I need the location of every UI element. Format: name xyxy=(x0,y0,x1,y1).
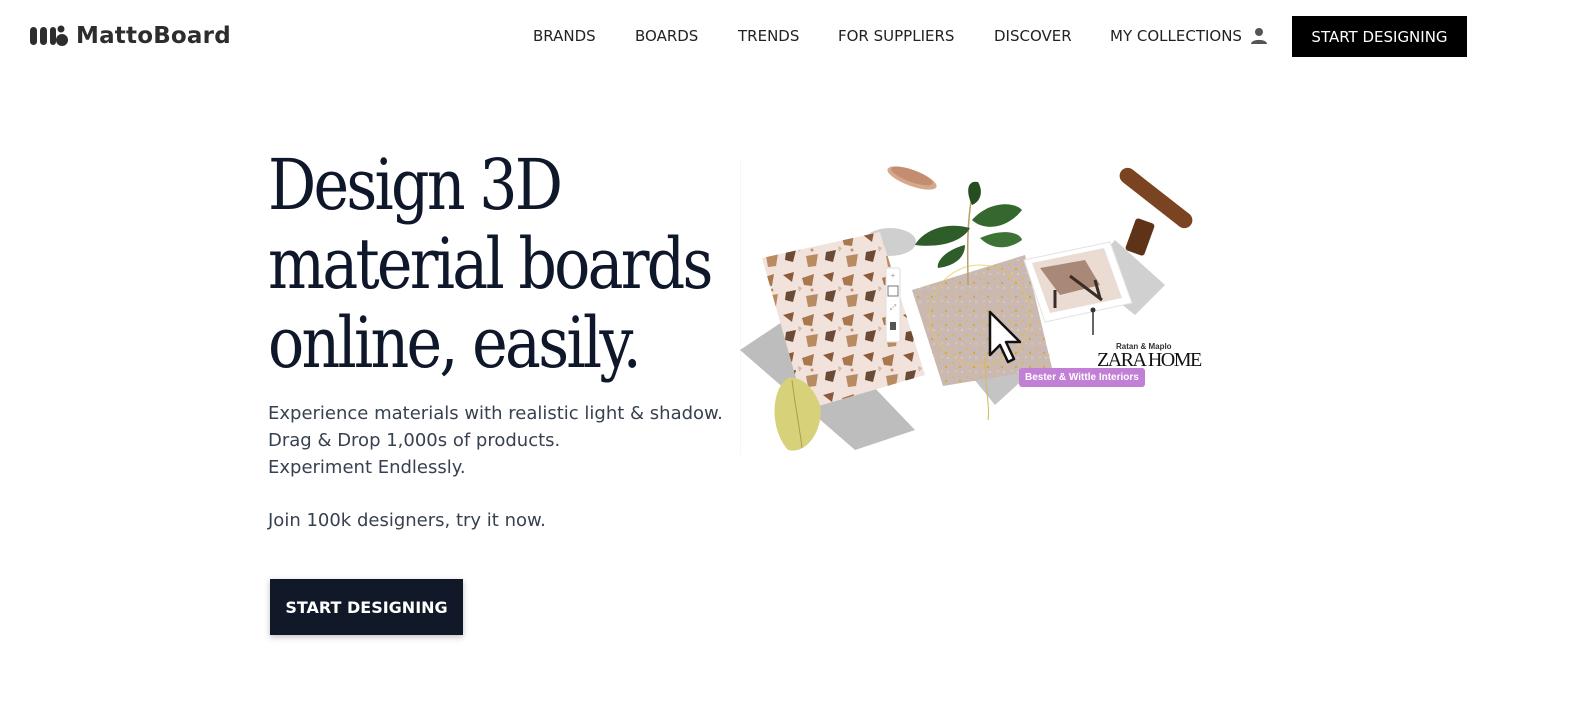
hero-title-line: online, easily. xyxy=(268,302,642,384)
nav-my-collections[interactable]: MY COLLECTIONS xyxy=(1110,24,1242,48)
hero-description: Experience materials with realistic ligh… xyxy=(268,400,723,481)
hero-start-designing-button[interactable]: START DESIGNING xyxy=(270,579,463,635)
logo[interactable]: MattoBoard xyxy=(30,22,231,50)
hero-title-line: Design 3D xyxy=(268,144,563,226)
plant-leaf xyxy=(937,245,965,268)
hero-title-line: material boards xyxy=(268,223,713,305)
nav-boards[interactable]: BOARDS xyxy=(635,24,698,48)
svg-text:⤢: ⤢ xyxy=(889,303,896,312)
hero-description-line: Experiment Endlessly. xyxy=(268,457,466,478)
nav-for-suppliers[interactable]: FOR SUPPLIERS xyxy=(838,24,954,48)
logo-mark-icon xyxy=(30,25,68,46)
plant-leaf xyxy=(980,232,1022,248)
hero-description-line: Drag & Drop 1,000s of products. xyxy=(268,430,561,451)
header-start-designing-button[interactable]: START DESIGNING xyxy=(1292,16,1467,57)
hero-description-line: Experience materials with realistic ligh… xyxy=(268,403,723,424)
logo-text: MattoBoard xyxy=(76,23,231,49)
nav-trends[interactable]: TRENDS xyxy=(738,24,799,48)
join-text: Join 100k designers, try it now. xyxy=(268,510,546,531)
wooden-handle xyxy=(1119,167,1193,229)
nav-brands[interactable]: BRANDS xyxy=(533,24,596,48)
plant-leaf xyxy=(915,225,970,246)
user-account-icon[interactable] xyxy=(1249,26,1269,46)
plant-leaf xyxy=(972,204,1022,227)
material-board-illustration: + ⤢ xyxy=(740,160,1193,455)
hero-title: Design 3D material boards online, easily… xyxy=(268,144,713,384)
site-header: MattoBoard BRANDS BOARDS TRENDS FOR SUPP… xyxy=(0,0,1583,72)
nav-discover[interactable]: DISCOVER xyxy=(994,24,1072,48)
svg-text:+: + xyxy=(891,271,896,280)
label-zara-home: ZARA HOME xyxy=(1097,349,1202,371)
plant-leaf xyxy=(968,181,981,205)
